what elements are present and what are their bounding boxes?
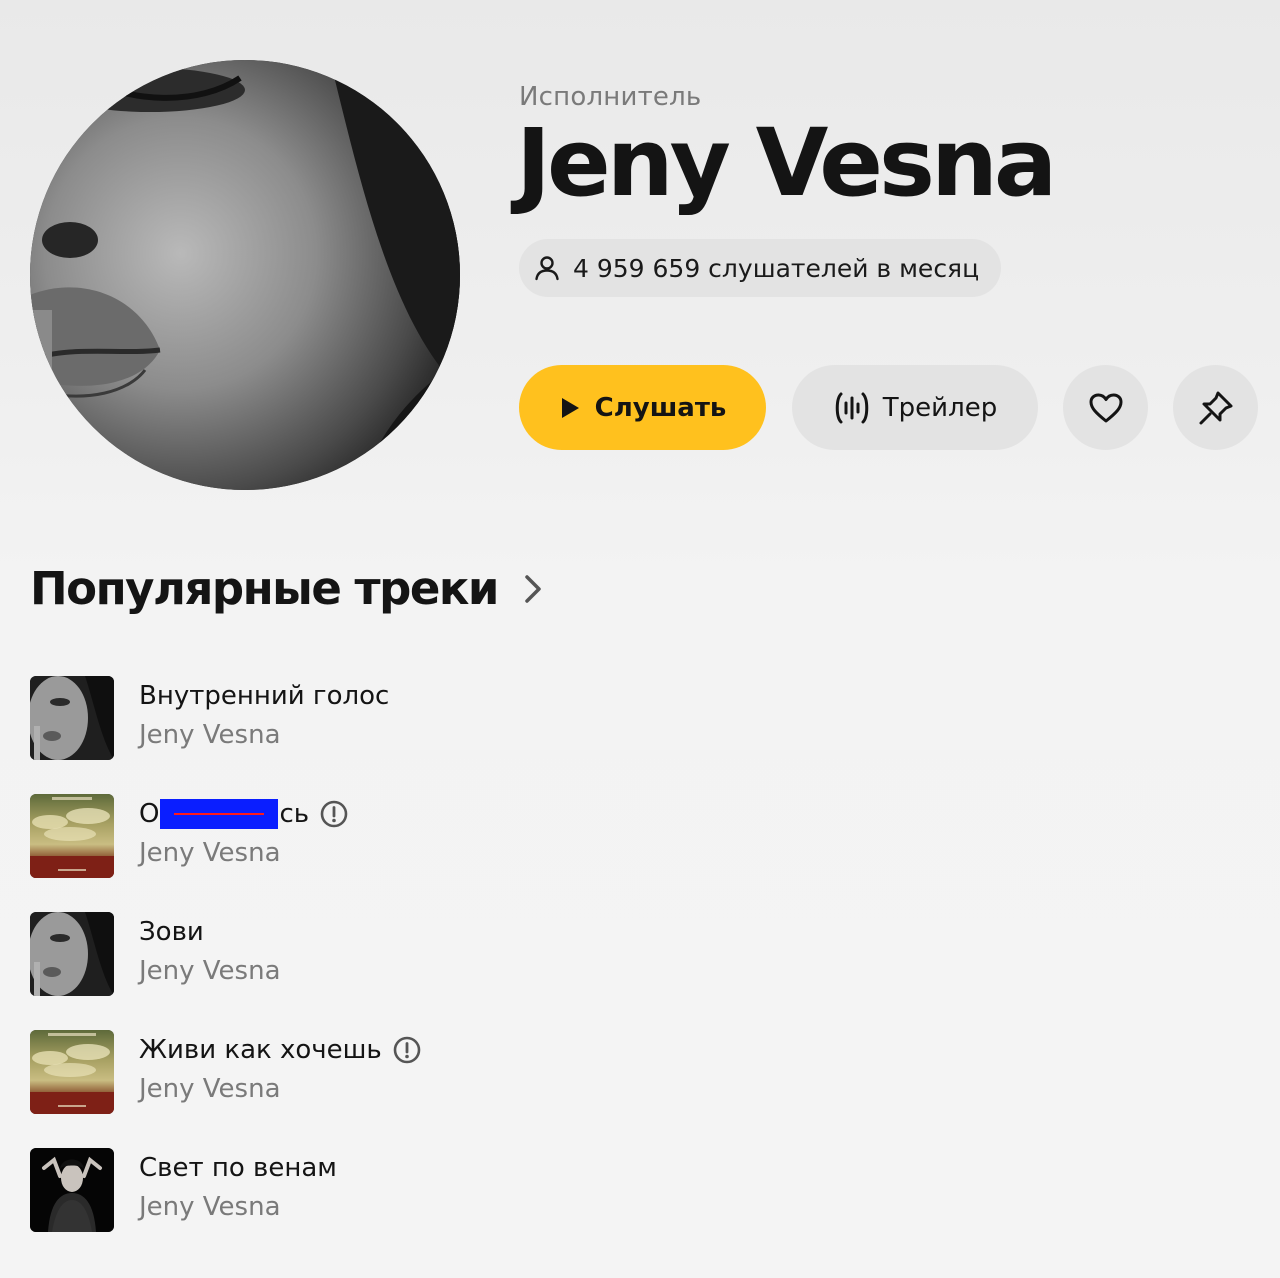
track-title: Зови: [139, 917, 204, 947]
artist-name: Jeny Vesna: [516, 109, 1057, 218]
trailer-button-label: Трейлер: [882, 392, 998, 423]
track-cover: [30, 794, 114, 878]
track-row[interactable]: Свет по венам Jeny Vesna: [30, 1148, 930, 1232]
track-artist-link[interactable]: Jeny Vesna: [139, 720, 389, 750]
monthly-listeners-badge: 4 959 659 слушателей в месяц: [519, 239, 1002, 297]
explicit-icon: [392, 1035, 422, 1065]
track-title: Живи как хочешь: [139, 1035, 382, 1065]
track-artist-link[interactable]: Jeny Vesna: [139, 1074, 422, 1104]
play-icon: [559, 396, 581, 420]
track-row[interactable]: Зови Jeny Vesna: [30, 912, 930, 996]
track-row[interactable]: Ось Jeny Vesna: [30, 794, 930, 878]
soundwave-icon: [833, 391, 871, 425]
listen-button[interactable]: Слушать: [519, 365, 766, 450]
track-title: Ось: [139, 799, 309, 830]
track-artist-link[interactable]: Jeny Vesna: [139, 838, 349, 868]
track-cover: [30, 676, 114, 760]
track-artist-link[interactable]: Jeny Vesna: [139, 1192, 337, 1222]
pin-button[interactable]: [1173, 365, 1258, 450]
track-cover: [30, 912, 114, 996]
listen-button-label: Слушать: [594, 392, 727, 423]
artist-kind-label: Исполнитель: [519, 82, 702, 112]
popular-tracks-list: Внутренний голос Jeny Vesna Ось Jeny Ves…: [30, 676, 930, 1266]
popular-tracks-header[interactable]: Популярные треки: [30, 562, 542, 615]
heart-icon: [1088, 392, 1124, 424]
chevron-right-icon: [524, 574, 542, 604]
track-cover: [30, 1148, 114, 1232]
track-title: Внутренний голос: [139, 681, 390, 711]
popular-tracks-title: Популярные треки: [30, 562, 499, 615]
pin-icon: [1198, 390, 1234, 426]
explicit-icon: [319, 799, 349, 829]
artist-avatar: [30, 60, 460, 490]
like-button[interactable]: [1063, 365, 1148, 450]
monthly-listeners-text: 4 959 659 слушателей в месяц: [573, 253, 980, 283]
track-title: Свет по венам: [139, 1153, 337, 1183]
track-cover: [30, 1030, 114, 1114]
track-title-start: О: [139, 798, 160, 829]
track-artist-link[interactable]: Jeny Vesna: [139, 956, 281, 986]
track-title-end: сь: [279, 798, 310, 829]
track-row[interactable]: Внутренний голос Jeny Vesna: [30, 676, 930, 760]
track-row[interactable]: Живи как хочешь Jeny Vesna: [30, 1030, 930, 1114]
trailer-button[interactable]: Трейлер: [792, 365, 1038, 450]
user-icon: [533, 254, 561, 282]
redaction-box: [160, 799, 279, 830]
